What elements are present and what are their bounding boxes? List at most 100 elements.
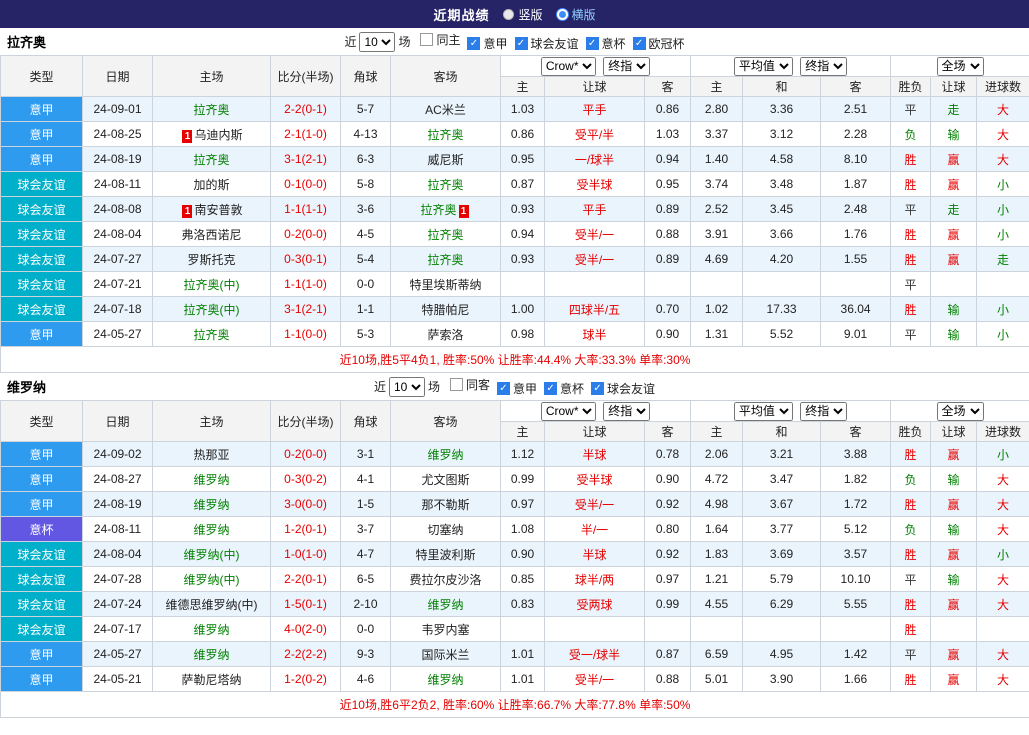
team-link[interactable]: 拉齐奥 — [193, 103, 229, 117]
team-link[interactable]: 维罗纳(中) — [184, 548, 240, 562]
team-link[interactable]: 尤文图斯 — [421, 473, 469, 487]
score-link[interactable]: 2-1(1-0) — [284, 127, 327, 141]
score-link[interactable]: 0-3(0-2) — [284, 472, 327, 486]
team-link[interactable]: 特里波利斯 — [415, 548, 475, 562]
team-link[interactable]: 切塞纳 — [427, 523, 463, 537]
score-link[interactable]: 1-5(0-1) — [284, 597, 327, 611]
score-link[interactable]: 0-1(0-0) — [284, 177, 327, 191]
team-link[interactable]: 加的斯 — [193, 178, 229, 192]
team-link[interactable]: 拉齐奥(中) — [184, 278, 240, 292]
team-link[interactable]: 韦罗内塞 — [421, 623, 469, 637]
odds-away: 0.99 — [643, 591, 692, 617]
filter-checkbox-意甲[interactable]: ✓ 意甲 — [467, 35, 508, 52]
team-link[interactable]: 费拉尔皮沙洛 — [409, 573, 481, 587]
team-link[interactable]: 维罗纳 — [193, 523, 229, 537]
score-link[interactable]: 2-2(2-2) — [284, 647, 327, 661]
score-link[interactable]: 1-1(1-0) — [284, 277, 327, 291]
team-link[interactable]: 热那亚 — [193, 448, 229, 462]
team-link[interactable]: 拉齐奥 — [427, 178, 463, 192]
match-date: 24-07-18 — [82, 296, 153, 322]
red-card-badge: 1 — [458, 204, 469, 218]
score-cell: 0-3(0-2) — [270, 466, 341, 492]
team-link[interactable]: 拉齐奥 — [427, 128, 463, 142]
filter-checkbox-意杯[interactable]: ✓ 意杯 — [544, 380, 584, 397]
score-link[interactable]: 3-1(2-1) — [284, 302, 327, 316]
team-link[interactable]: 维罗纳 — [193, 648, 229, 662]
team-link[interactable]: 拉齐奥(中) — [184, 303, 240, 317]
result-handicap: 赢 — [930, 221, 978, 247]
home-team: 1 南安普敦 — [152, 196, 271, 222]
score-link[interactable]: 4-0(2-0) — [284, 622, 327, 636]
team-link[interactable]: 拉齐奥 — [427, 253, 463, 267]
team-link[interactable]: 拉齐奥 — [193, 153, 229, 167]
filter-checkbox-意甲[interactable]: ✓ 意甲 — [497, 380, 537, 397]
score-link[interactable]: 1-2(0-2) — [284, 672, 327, 686]
team-link[interactable]: 拉齐奥 — [193, 328, 229, 342]
team-link[interactable]: AC米兰 — [425, 103, 466, 117]
team-link[interactable]: 萨索洛 — [427, 328, 463, 342]
handicap: 受平/半 — [544, 121, 645, 147]
match-row: 球会友谊 24-07-21 拉齐奥(中) 1-1(1-0) 0-0 特里埃斯蒂纳 平 — [0, 271, 1029, 297]
team-link[interactable]: 维罗纳 — [427, 448, 463, 462]
match-date: 24-08-11 — [82, 171, 153, 197]
avg-select[interactable]: 平均值 — [733, 401, 793, 421]
team-link[interactable]: 那不勒斯 — [421, 498, 469, 512]
team-link[interactable]: 维德思维罗纳(中) — [166, 598, 258, 612]
bookmaker-select[interactable]: Crow* — [540, 56, 596, 76]
score-link[interactable]: 3-0(0-0) — [284, 497, 327, 511]
team-link[interactable]: 特里埃斯蒂纳 — [409, 278, 481, 292]
score-link[interactable]: 0-2(0-0) — [284, 447, 327, 461]
score-link[interactable]: 1-0(1-0) — [284, 547, 327, 561]
team-link[interactable]: 维罗纳 — [193, 623, 229, 637]
filter-checkbox-球会友谊[interactable]: ✓ 球会友谊 — [591, 380, 655, 397]
layout-vertical-radio[interactable]: 竖版 — [503, 6, 543, 23]
team-link[interactable]: 南安普敦 — [194, 203, 242, 217]
score-link[interactable]: 0-2(0-0) — [284, 227, 327, 241]
match-date: 24-07-21 — [82, 271, 153, 297]
team-link[interactable]: 弗洛西诺尼 — [181, 228, 241, 242]
team-link[interactable]: 威尼斯 — [427, 153, 463, 167]
layout-horizontal-radio[interactable]: 横版 — [556, 6, 596, 23]
filter-checkbox-同主[interactable]: 同主 — [420, 31, 460, 48]
score-link[interactable]: 1-1(0-0) — [284, 327, 327, 341]
team-link[interactable]: 拉齐奥 — [427, 228, 463, 242]
odds-stage-select[interactable]: 终指 — [603, 56, 651, 76]
team-link[interactable]: 乌迪内斯 — [194, 128, 242, 142]
team-link[interactable]: 维罗纳 — [427, 673, 463, 687]
filter-checkbox-同客[interactable]: 同客 — [449, 376, 490, 393]
avg-stage-select[interactable]: 终指 — [800, 56, 848, 76]
score-link[interactable]: 1-1(1-1) — [284, 202, 327, 216]
recent-count-select[interactable]: 10 — [388, 376, 425, 397]
score-link[interactable]: 0-3(0-1) — [284, 252, 327, 266]
team-link[interactable]: 萨勒尼塔纳 — [181, 673, 241, 687]
team-link[interactable]: 拉齐奥 — [420, 203, 456, 217]
filter-checkbox-意杯[interactable]: ✓ 意杯 — [585, 35, 626, 52]
odds-stage-select[interactable]: 终指 — [603, 401, 651, 421]
odds-group-header: Crow* 终指 — [499, 400, 692, 422]
score-link[interactable]: 3-1(2-1) — [284, 152, 327, 166]
team-link[interactable]: 维罗纳 — [427, 598, 463, 612]
score-cell: 1-1(0-0) — [270, 321, 341, 347]
avg-select[interactable]: 平均值 — [733, 56, 793, 76]
odds-away: 0.97 — [643, 566, 692, 592]
bookmaker-select[interactable]: Crow* — [540, 401, 596, 421]
filter-checkbox-欧冠杯[interactable]: ✓ 欧冠杯 — [632, 35, 685, 52]
recent-count-select[interactable]: 10 — [359, 31, 396, 52]
team-link[interactable]: 罗斯托克 — [187, 253, 235, 267]
col-header-away: 客场 — [390, 55, 501, 97]
team-link[interactable]: 维罗纳(中) — [184, 573, 240, 587]
score-link[interactable]: 2-2(0-1) — [284, 572, 327, 586]
score-link[interactable]: 2-2(0-1) — [284, 102, 327, 116]
avg-stage-select[interactable]: 终指 — [800, 401, 848, 421]
fulltime-select[interactable]: 全场 — [936, 401, 984, 421]
score-link[interactable]: 1-2(0-1) — [284, 522, 327, 536]
filter-checkbox-球会友谊[interactable]: ✓ 球会友谊 — [514, 35, 579, 52]
team-link[interactable]: 维罗纳 — [193, 473, 229, 487]
fulltime-select[interactable]: 全场 — [936, 56, 984, 76]
team-link[interactable]: 维罗纳 — [193, 498, 229, 512]
match-type-badge: 球会友谊 — [0, 591, 83, 617]
result-handicap: 赢 — [930, 491, 978, 517]
team-link[interactable]: 特腊帕尼 — [421, 303, 469, 317]
match-row: 意甲 24-09-01 拉齐奥 2-2(0-1) 5-7 AC米兰 1.03 平手 0.86 2.… — [0, 96, 1029, 122]
team-link[interactable]: 国际米兰 — [421, 648, 469, 662]
